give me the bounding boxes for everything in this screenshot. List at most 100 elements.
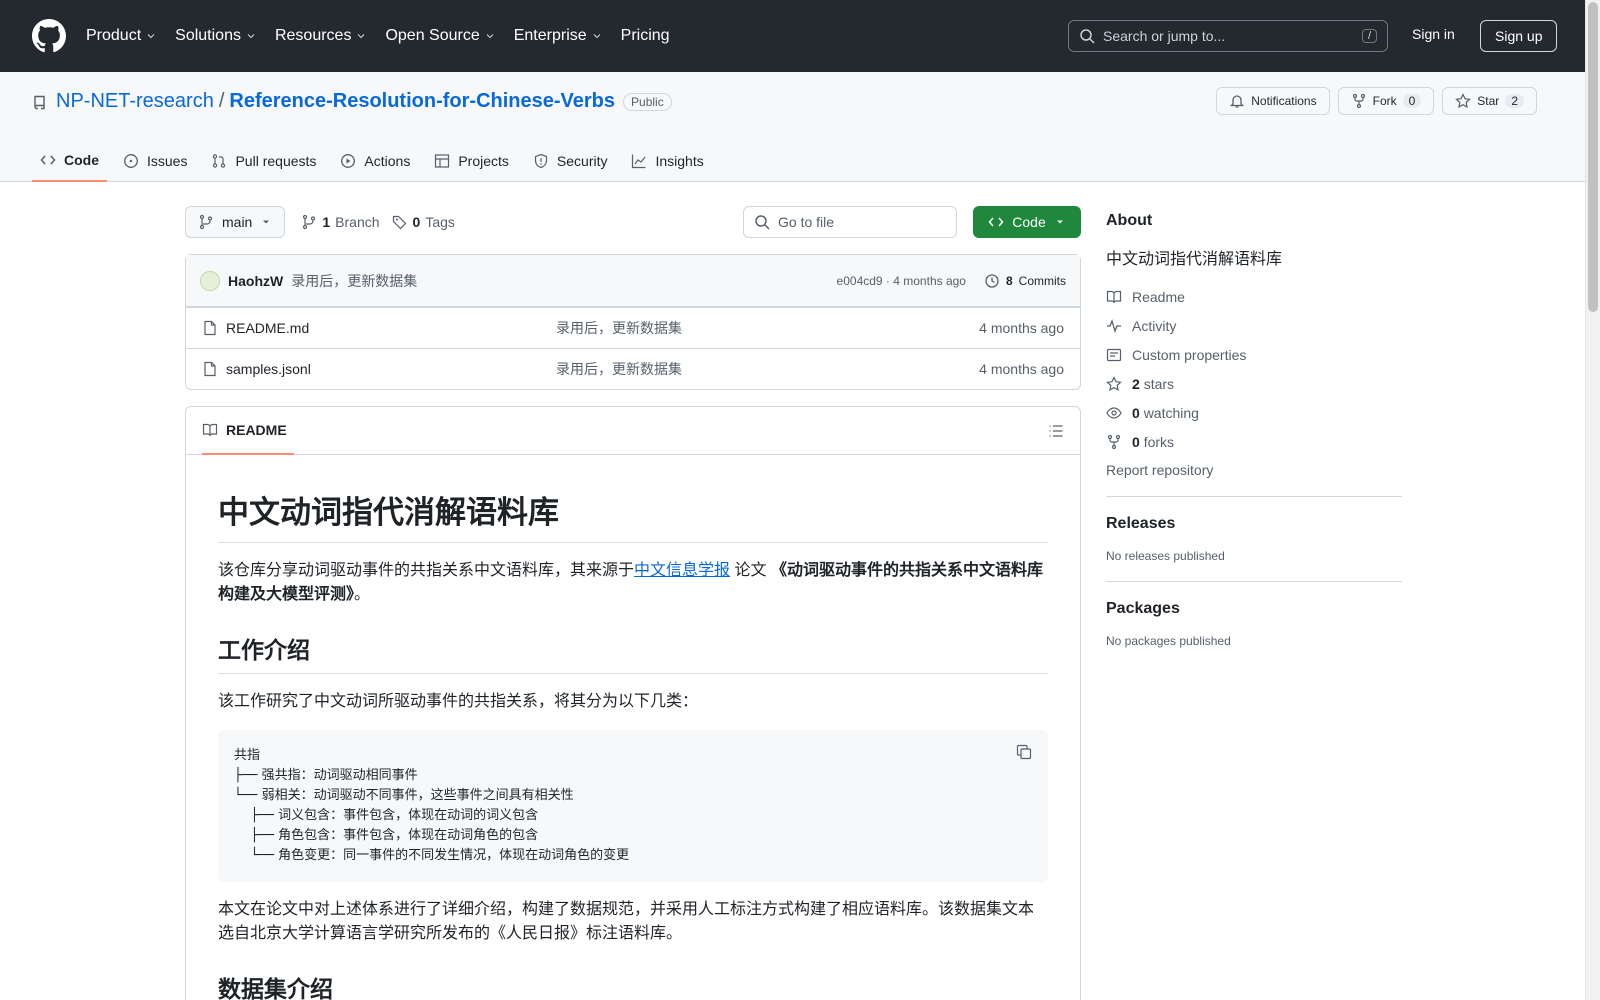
search-icon <box>1080 29 1095 44</box>
github-logo-icon[interactable] <box>32 19 66 53</box>
commit-hash-time[interactable]: e004cd9 · 4 months ago <box>837 274 966 288</box>
branch-name: main <box>222 214 253 230</box>
visibility-badge: Public <box>623 92 672 111</box>
releases-heading[interactable]: Releases <box>1106 515 1402 533</box>
go-to-file-placeholder: Go to file <box>778 214 835 230</box>
branch-selector[interactable]: main <box>185 206 286 238</box>
caret-down-icon <box>263 220 270 224</box>
tab-pull-requests-label: Pull requests <box>235 153 317 169</box>
file-commit-message[interactable]: 录用后，更新数据集 <box>556 359 682 379</box>
file-name-link[interactable]: samples.jsonl <box>226 361 556 377</box>
tab-pull-requests[interactable]: Pull requests <box>203 140 324 182</box>
branch-count: 1 <box>322 214 331 230</box>
repo-actions: Notifications Fork 0 Star 2 <box>1216 87 1537 115</box>
nav-resources[interactable]: Resources <box>275 27 367 45</box>
file-commit-time: 4 months ago <box>979 361 1064 377</box>
sign-up-button[interactable]: Sign up <box>1480 20 1558 52</box>
file-name-link[interactable]: README.md <box>226 320 556 336</box>
intro-end: 。 <box>354 586 371 603</box>
table-row[interactable]: samples.jsonl 录用后，更新数据集 4 months ago <box>186 348 1080 389</box>
search-placeholder: Search or jump to... <box>1103 28 1226 44</box>
readme-link[interactable]: Readme <box>1106 288 1402 306</box>
journal-link[interactable]: 中文信息学报 <box>634 562 730 579</box>
nav-solutions-label: Solutions <box>175 27 241 44</box>
copy-icon[interactable] <box>1016 744 1032 760</box>
chevron-down-icon <box>247 34 255 39</box>
stars-link[interactable]: 2 stars <box>1106 375 1402 393</box>
tab-issues[interactable]: Issues <box>115 140 195 182</box>
intro-text-2: 论文 <box>730 562 771 579</box>
code-dropdown-button[interactable]: Code <box>973 206 1081 238</box>
tab-security-label: Security <box>556 153 608 169</box>
repo-name-link[interactable]: Reference-Resolution-for-Chinese-Verbs <box>229 90 615 113</box>
file-icon <box>204 361 216 377</box>
repo-title: NP-NET-research / Reference-Resolution-f… <box>32 90 672 113</box>
commits-count: 8 <box>1005 273 1013 288</box>
tags-link[interactable]: 0 Tags <box>392 214 455 230</box>
tab-insights-label: Insights <box>655 153 704 169</box>
repo-owner-link[interactable]: NP-NET-research <box>56 90 214 113</box>
file-commit-time: 4 months ago <box>979 320 1064 336</box>
star-icon <box>1455 93 1472 109</box>
pulse-icon <box>1107 319 1121 333</box>
scrollbar-thumb[interactable] <box>1588 2 1598 312</box>
tab-security[interactable]: Security <box>525 140 616 182</box>
watching-label: watching <box>1143 405 1199 421</box>
tab-projects[interactable]: Projects <box>426 140 517 182</box>
activity-link[interactable]: Activity <box>1106 317 1402 335</box>
packages-heading[interactable]: Packages <box>1106 600 1402 618</box>
commits-history-link[interactable]: 8 Commits <box>984 273 1066 289</box>
branches-link[interactable]: 1 Branch <box>301 214 380 230</box>
fork-button[interactable]: Fork 0 <box>1337 87 1435 115</box>
commit-message-link[interactable]: 录用后，更新数据集 <box>291 271 417 291</box>
tab-actions-label: Actions <box>364 153 411 169</box>
star-icon <box>1106 376 1122 392</box>
issue-icon <box>124 154 138 168</box>
sign-in-link[interactable]: Sign in <box>1412 26 1455 42</box>
forks-label: forks <box>1143 434 1175 450</box>
bell-icon <box>1230 95 1245 108</box>
star-button[interactable]: Star 2 <box>1442 87 1537 115</box>
fork-count: 0 <box>1402 94 1422 108</box>
main-content: main 1 Branch 0 Tags Go to file Code Hao… <box>185 206 1081 1000</box>
commit-author-link[interactable]: HaohzW <box>228 273 283 289</box>
readme-link-label: Readme <box>1132 289 1185 305</box>
nav-product[interactable]: Product <box>86 27 157 45</box>
readme-header: README <box>186 407 1080 455</box>
notifications-button[interactable]: Notifications <box>1216 87 1330 115</box>
nav-product-label: Product <box>86 27 142 44</box>
file-commit-message[interactable]: 录用后，更新数据集 <box>556 318 682 338</box>
star-count: 2 <box>1505 94 1524 108</box>
releases-section: Releases No releases published <box>1106 496 1402 563</box>
about-heading: About <box>1106 212 1153 229</box>
tab-actions[interactable]: Actions <box>332 140 418 182</box>
tab-insights[interactable]: Insights <box>623 140 711 182</box>
page-scrollbar[interactable] <box>1585 0 1600 1000</box>
history-icon <box>985 273 999 288</box>
forks-link[interactable]: 0 forks <box>1106 433 1402 451</box>
tab-code[interactable]: Code <box>32 140 107 182</box>
global-search-input[interactable]: Search or jump to... / <box>1068 20 1388 52</box>
code-block-text: 共指 ├── 强共指：动词驱动相同事件 └── 弱相关：动词驱动不同事件，这些事… <box>234 748 630 863</box>
table-row[interactable]: README.md 录用后，更新数据集 4 months ago <box>186 307 1080 348</box>
nav-open-source[interactable]: Open Source <box>385 27 495 45</box>
go-to-file-input[interactable]: Go to file <box>743 206 957 238</box>
eye-icon <box>1106 407 1122 419</box>
nav-enterprise[interactable]: Enterprise <box>514 27 603 45</box>
play-icon <box>341 154 356 168</box>
watching-link[interactable]: 0 watching <box>1106 404 1402 422</box>
section-heading-work: 工作介绍 <box>218 631 1048 674</box>
readme-panel: README 中文动词指代消解语料库 该仓库分享动词驱动事件的共指关系中文语料库… <box>185 406 1081 1000</box>
search-shortcut-badge: / <box>1361 29 1377 43</box>
outline-list-icon[interactable] <box>1048 423 1064 439</box>
custom-properties-link[interactable]: Custom properties <box>1106 346 1402 364</box>
nav-pricing[interactable]: Pricing <box>621 27 670 45</box>
report-repository-link[interactable]: Report repository <box>1106 462 1402 478</box>
code-icon <box>40 155 56 165</box>
dataset-paragraph: 本文在论文中对上述体系进行了详细介绍，构建了数据规范，并采用人工标注方式构建了相… <box>218 901 1035 942</box>
nav-solutions[interactable]: Solutions <box>175 27 257 45</box>
readme-tab[interactable]: README <box>202 407 294 455</box>
avatar[interactable] <box>200 270 220 291</box>
branch-label: Branch <box>335 214 380 230</box>
readme-title: 中文动词指代消解语料库 <box>218 487 1048 543</box>
